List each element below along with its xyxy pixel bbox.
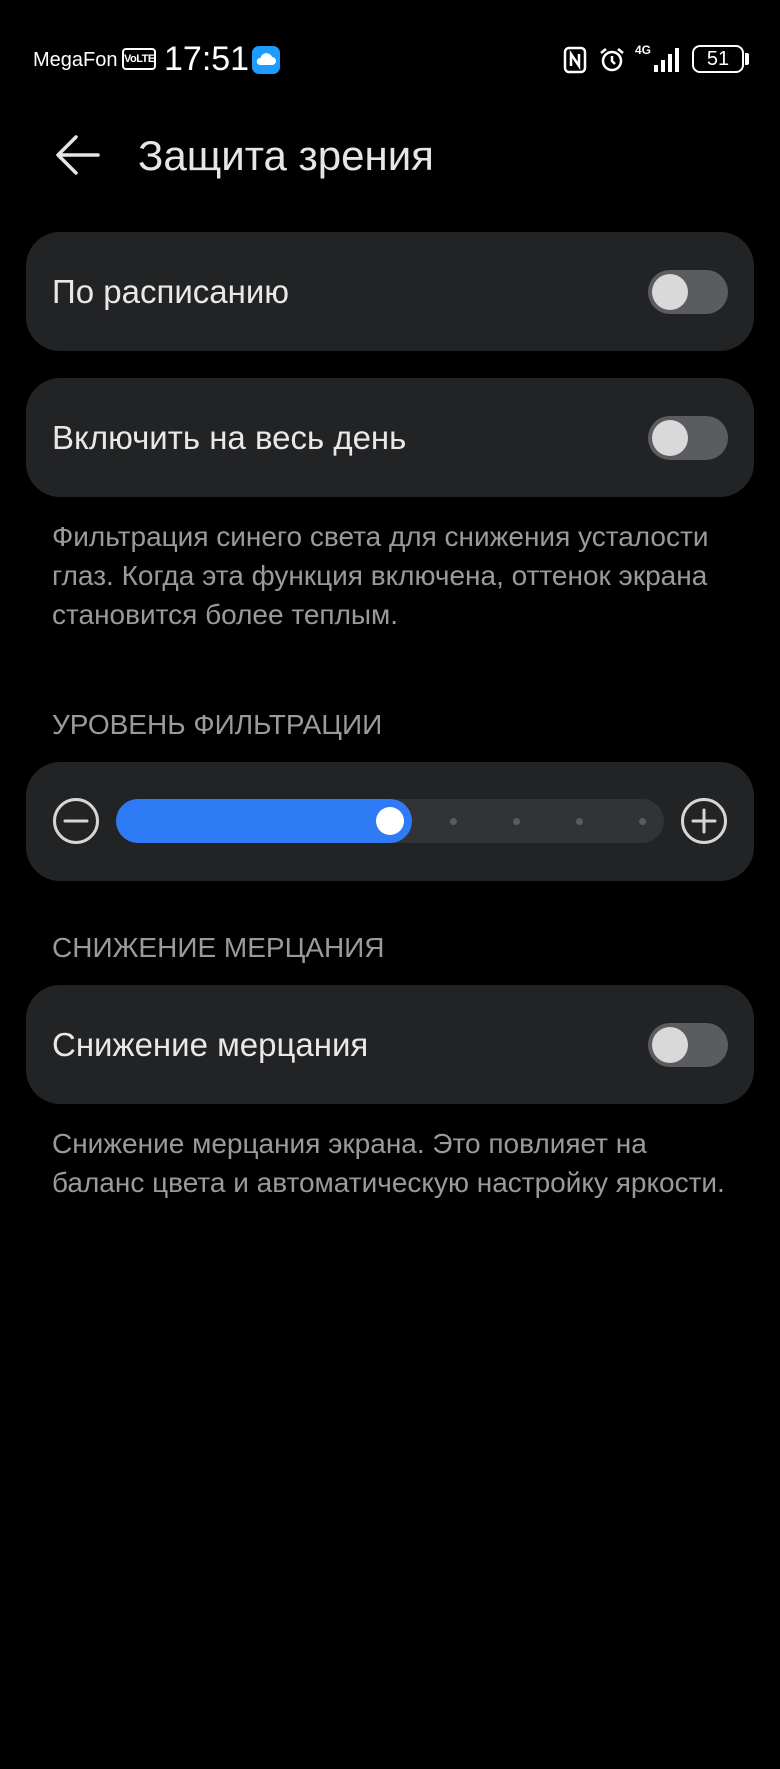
slider-step-dot <box>638 818 646 825</box>
cloud-icon <box>252 46 280 74</box>
battery-tip <box>745 53 749 65</box>
volte-badge: VoLTE <box>122 48 156 70</box>
toggle-knob <box>652 1027 688 1063</box>
schedule-label: По расписанию <box>52 273 290 310</box>
status-time: 17:51 <box>164 40 250 78</box>
schedule-row[interactable]: По расписанию <box>26 232 754 351</box>
decrease-button[interactable] <box>52 797 100 845</box>
flicker-description: Снижение мерцания экрана. Это повлияет н… <box>52 1128 725 1198</box>
back-button[interactable] <box>50 128 106 184</box>
minus-circle-icon <box>53 798 99 844</box>
flicker-label: Снижение мерцания <box>52 1026 369 1063</box>
increase-button[interactable] <box>680 797 728 845</box>
battery-icon: 51 <box>692 45 744 73</box>
alarm-icon <box>598 46 626 74</box>
all-day-toggle[interactable] <box>648 416 728 460</box>
signal-icon <box>634 44 684 74</box>
filter-level-header: УРОВЕНЬ ФИЛЬТРАЦИИ <box>52 709 383 740</box>
slider-step-dot <box>575 818 583 825</box>
all-day-label: Включить на весь день <box>52 419 407 456</box>
arrow-left-icon <box>56 135 100 175</box>
eye-comfort-description: Фильтрация синего света для снижения уст… <box>52 521 709 630</box>
filter-level-slider[interactable] <box>116 799 664 843</box>
flicker-row[interactable]: Снижение мерцания <box>26 985 754 1104</box>
slider-thumb[interactable] <box>376 807 404 835</box>
toggle-knob <box>652 420 688 456</box>
status-bar: MegaFon VoLTE 17:51 4G 51 <box>0 0 780 120</box>
plus-circle-icon <box>681 798 727 844</box>
page-title: Защита зрения <box>138 132 434 179</box>
slider-step-dot <box>512 818 520 825</box>
slider-step-dot <box>449 818 457 825</box>
all-day-row[interactable]: Включить на весь день <box>26 378 754 497</box>
schedule-toggle[interactable] <box>648 270 728 314</box>
nfc-icon <box>563 46 587 74</box>
toggle-knob <box>652 274 688 310</box>
flicker-header: СНИЖЕНИЕ МЕРЦАНИЯ <box>52 932 385 963</box>
carrier-name: MegaFon <box>33 49 118 71</box>
filter-level-card <box>26 762 754 881</box>
flicker-toggle[interactable] <box>648 1023 728 1067</box>
slider-fill <box>116 799 412 843</box>
